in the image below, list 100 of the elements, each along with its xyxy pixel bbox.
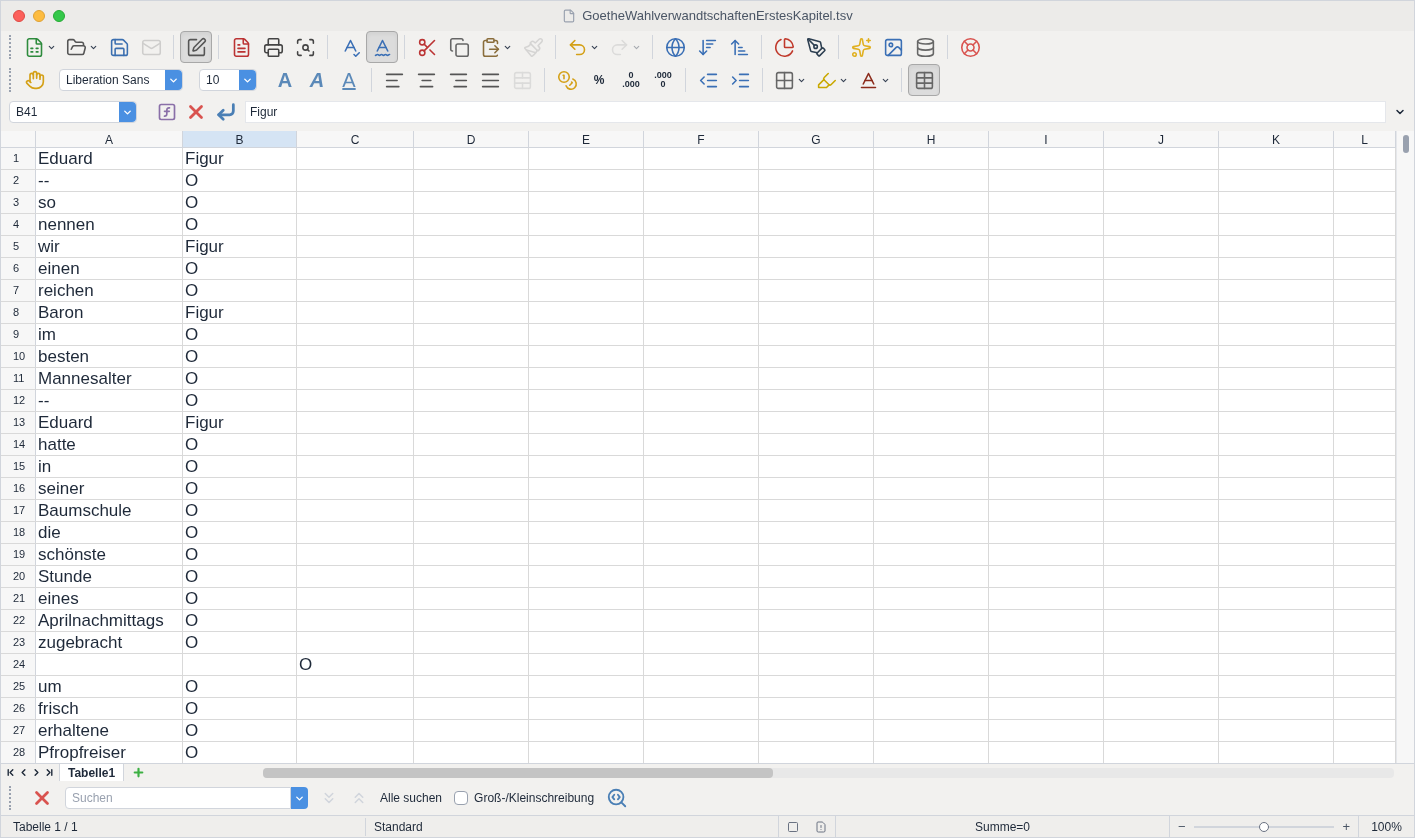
row-header[interactable]: 15 [1,456,36,477]
close-window-button[interactable] [13,10,25,22]
column-header[interactable]: J [1104,131,1219,147]
row-header[interactable]: 26 [1,698,36,719]
row-header[interactable]: 13 [1,412,36,433]
coins-icon [556,69,578,91]
database-icon [914,36,936,58]
table-cell: Stunde [38,567,92,587]
table-cell: erhaltene [38,721,109,741]
paintbrush-icon [522,36,544,58]
image-icon [882,36,904,58]
font-size-field[interactable]: 10 [199,69,257,91]
row-header[interactable]: 27 [1,720,36,741]
table-cell: besten [38,347,90,367]
add-sheet-icon[interactable] [132,766,146,779]
row-header[interactable]: 21 [1,588,36,609]
table-cell: O [185,545,199,565]
row-header[interactable]: 7 [1,280,36,301]
zoom-out-button[interactable]: − [1178,816,1186,837]
table-cell: O [185,391,199,411]
table-cell: Figur [185,149,224,169]
column-header[interactable]: D [414,131,529,147]
row-header[interactable]: 2 [1,170,36,191]
window-title: GoetheWahlverwandtschaftenErstesKapitel.tsv [582,7,853,26]
table-cell: Baumschule [38,501,132,521]
table-cell: O [185,479,199,499]
table-cell: Eduard [38,413,93,433]
font-name-field[interactable]: Liberation Sans [59,69,183,91]
row-header[interactable]: 25 [1,676,36,697]
row-header[interactable]: 16 [1,478,36,499]
vertical-scrollbar[interactable] [1396,131,1414,763]
column-header[interactable]: G [759,131,874,147]
row-header[interactable]: 23 [1,632,36,653]
accept-icon[interactable] [215,101,237,123]
column-header[interactable]: H [874,131,989,147]
sheet-position: Tabelle 1 / 1 [1,817,366,836]
column-header[interactable]: C [297,131,414,147]
lifebuoy-icon [959,36,981,58]
row-header[interactable]: 10 [1,346,36,367]
row-header[interactable]: 8 [1,302,36,323]
table-cell: -- [38,391,50,411]
first-sheet-icon[interactable] [5,767,16,778]
zoom-in-button[interactable]: + [1342,816,1350,837]
search-field[interactable]: Suchen [65,787,291,809]
column-header[interactable]: K [1219,131,1334,147]
table-cell: hatte [38,435,76,455]
row-header[interactable]: 22 [1,610,36,631]
pie-chart-icon [773,36,795,58]
find-all-button[interactable]: Alle suchen [380,789,443,807]
sheet-tab[interactable]: Tabelle1 [59,764,125,781]
table-cell: in [38,457,52,477]
zoom-slider-thumb[interactable] [1259,821,1269,832]
row-header[interactable]: 28 [1,742,36,763]
horizontal-scrollbar[interactable] [263,767,1394,778]
table-cell: eines [38,589,79,609]
clipboard-icon [480,36,501,58]
search-history-button[interactable] [291,787,308,809]
name-box[interactable]: B41 [9,101,137,123]
row-header[interactable]: 5 [1,236,36,257]
table-cell: Baron [38,303,84,323]
format-button[interactable]: 0 .000 [615,64,647,96]
next-sheet-icon[interactable] [31,767,42,778]
table-cell: so [38,193,56,213]
table-cell: O [185,457,199,477]
row-header[interactable]: 24 [1,654,36,675]
column-header[interactable]: B [183,131,297,147]
row-header[interactable]: 3 [1,192,36,213]
function-wizard-icon[interactable] [157,102,177,122]
row-header[interactable]: 20 [1,566,36,587]
table-cell: Eduard [38,149,93,169]
table-cell: Aprilnachmittags [38,611,164,631]
row-header[interactable]: 19 [1,544,36,565]
match-case-checkbox[interactable] [454,791,469,805]
document-modified-icon[interactable] [815,820,827,833]
column-header[interactable]: E [529,131,644,147]
table-cell: Mannesalter [38,369,132,389]
column-header[interactable]: I [989,131,1104,147]
toolbar-button[interactable] [908,64,940,96]
row-header[interactable]: 18 [1,522,36,543]
format-button[interactable]: % [583,64,615,96]
row-header[interactable]: 11 [1,368,36,389]
table-cell: O [185,193,199,213]
column-header[interactable]: F [644,131,759,147]
row-header[interactable]: 1 [1,148,36,169]
formula-input[interactable]: Figur [245,101,1386,123]
selection-mode-icon[interactable] [787,820,799,833]
row-header[interactable]: 12 [1,390,36,411]
find-replace-icon[interactable] [606,787,629,809]
row-header[interactable]: 14 [1,434,36,455]
table-cell: O [299,655,313,675]
table-cell: Figur [185,413,224,433]
last-sheet-icon[interactable] [44,767,55,778]
row-header[interactable]: 6 [1,258,36,279]
table-cell: schönste [38,545,107,565]
toolbar-button[interactable] [180,31,212,63]
maximize-window-button[interactable] [53,10,65,22]
row-header[interactable]: 4 [1,214,36,235]
row-header[interactable]: 17 [1,500,36,521]
row-header[interactable]: 9 [1,324,36,345]
format-button[interactable]: .000 0 [647,64,679,96]
